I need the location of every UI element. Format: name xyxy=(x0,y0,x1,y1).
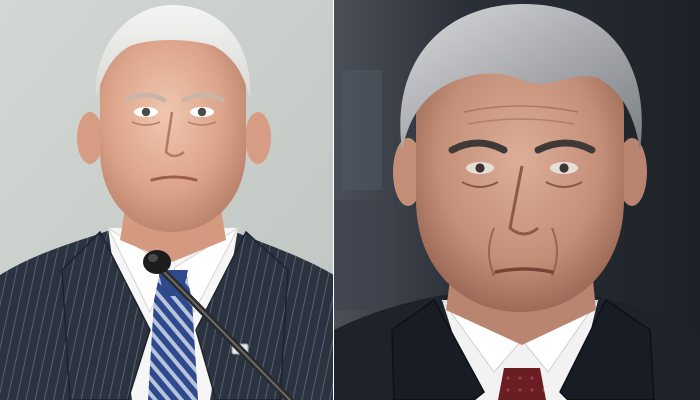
left-portrait xyxy=(0,0,334,400)
left-face xyxy=(100,35,246,232)
right-tie xyxy=(498,368,546,400)
right-photo-panel xyxy=(334,0,700,400)
right-portrait xyxy=(334,0,700,400)
left-photo-panel xyxy=(0,0,334,400)
photo-collage xyxy=(0,0,700,400)
